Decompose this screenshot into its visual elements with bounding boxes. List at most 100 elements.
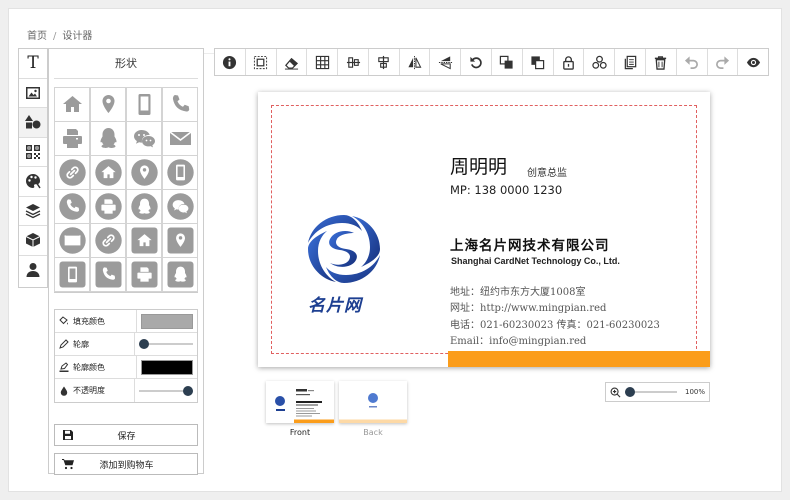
shape-map-marker-square[interactable] [162, 223, 198, 258]
logo-text[interactable]: 名片网 [308, 291, 362, 316]
undo-icon [685, 55, 699, 69]
shape-link-circle[interactable] [54, 155, 90, 190]
business-card-canvas[interactable]: 名片网 周明明 创意总监 MP: 138 0000 1230 上海名片网技术有限… [258, 92, 710, 367]
shape-map-marker-circle[interactable] [126, 155, 162, 190]
shape-mobile-square[interactable] [54, 257, 90, 292]
home-circle-icon [94, 159, 122, 186]
card-name[interactable]: 周明明 [450, 152, 507, 179]
shape-fax-circle[interactable] [90, 189, 126, 224]
undo-rotate-button[interactable] [461, 49, 493, 75]
left-tabs: T [18, 48, 48, 288]
user-icon [26, 263, 40, 278]
outline-color-row: 轮廓颜色 [55, 356, 197, 379]
zoom-slider-knob[interactable] [625, 387, 635, 397]
card-title[interactable]: 创意总监 [527, 164, 567, 179]
company-name-en[interactable]: Shanghai CardNet Technology Co., Ltd. [451, 256, 620, 266]
shape-home[interactable] [54, 87, 90, 122]
shape-home-circle[interactable] [90, 155, 126, 190]
layers-tab[interactable] [19, 197, 47, 226]
info-button[interactable] [215, 49, 246, 75]
shape-phone-square[interactable] [90, 257, 126, 292]
text-icon: T [27, 52, 39, 73]
fill-color-swatch[interactable] [141, 313, 193, 329]
redo-button[interactable] [708, 49, 739, 75]
shape-map-marker[interactable] [90, 87, 126, 122]
company-name-cn[interactable]: 上海名片网技术有限公司 [450, 234, 610, 254]
shape-mobile-circle[interactable] [162, 155, 198, 190]
flip-vertical-button[interactable] [430, 49, 462, 75]
cart-icon [62, 459, 74, 470]
shapes-icon [25, 115, 41, 129]
back-thumbnail-label[interactable]: Back [339, 428, 407, 437]
user-tab[interactable] [19, 256, 47, 286]
fax-circle-icon [94, 193, 122, 220]
shape-link-circle[interactable] [90, 223, 126, 258]
shape-phone[interactable] [162, 87, 198, 122]
fill-color-row: 填充颜色 [55, 310, 197, 333]
fill-color-label: 填充颜色 [73, 316, 105, 326]
shape-fax[interactable] [54, 121, 90, 156]
card-email[interactable]: Email：info@mingpian.red [450, 332, 586, 347]
preview-button[interactable] [738, 49, 768, 75]
lock-button[interactable] [554, 49, 585, 75]
card-mobile[interactable]: MP: 138 0000 1230 [450, 183, 562, 197]
select-button[interactable] [246, 49, 277, 75]
template-tab[interactable] [19, 226, 47, 256]
trash-button[interactable] [646, 49, 677, 75]
shape-wechat-circle[interactable] [162, 189, 198, 224]
flip-horizontal-button[interactable] [400, 49, 431, 75]
breadcrumb-home[interactable]: 首页 [27, 31, 47, 42]
map-marker-circle-icon [130, 159, 158, 186]
outline-color-swatch[interactable] [141, 359, 193, 375]
shape-qq-square[interactable] [162, 257, 198, 292]
align-vertical-button[interactable] [338, 49, 369, 75]
front-thumbnail-label[interactable]: Front [266, 428, 334, 437]
shape-envelope[interactable] [162, 121, 198, 156]
outline-slider[interactable] [139, 339, 193, 349]
shape-mobile[interactable] [126, 87, 162, 122]
flip-horizontal-icon [408, 55, 422, 69]
shape-envelope-circle[interactable] [54, 223, 90, 258]
opacity-slider-knob[interactable] [183, 385, 193, 396]
card-phone-fax[interactable]: 电话：021-60230023 传真：021-60230023 [450, 316, 660, 331]
save-button-label: 保存 [117, 431, 136, 442]
save-button[interactable]: 保存 [54, 424, 198, 446]
bring-front-button[interactable] [492, 49, 523, 75]
align-horizontal-button[interactable] [369, 49, 400, 75]
outline-label: 轮廓 [73, 339, 89, 349]
shape-home-square[interactable] [126, 223, 162, 258]
zoom-slider[interactable] [625, 387, 677, 397]
grid-button[interactable] [307, 49, 339, 75]
shape-qq-circle[interactable] [126, 189, 162, 224]
add-to-cart-button[interactable]: 添加到购物车 [54, 453, 198, 475]
copy-button[interactable] [615, 49, 646, 75]
text-tab[interactable]: T [19, 49, 47, 79]
link-circle-icon [58, 159, 86, 186]
zoom-in-icon[interactable] [610, 387, 621, 398]
lock-icon [563, 55, 574, 70]
qrcode-tab[interactable] [19, 138, 47, 167]
shape-phone-circle[interactable] [54, 189, 90, 224]
eraser-button[interactable] [277, 49, 308, 75]
shape-qq[interactable] [90, 121, 126, 156]
group-button[interactable] [584, 49, 616, 75]
back-thumbnail[interactable] [339, 381, 407, 423]
outline-slider-knob[interactable] [139, 339, 149, 349]
pen-color-icon [59, 362, 69, 372]
back-thumbnail-preview [339, 393, 407, 423]
opacity-slider[interactable] [139, 385, 193, 396]
shape-fax-square[interactable] [126, 257, 162, 292]
qq-square-icon [167, 261, 193, 288]
shapes-tab[interactable] [19, 108, 47, 138]
front-thumbnail[interactable] [266, 381, 334, 423]
undo-button[interactable] [677, 49, 708, 75]
send-back-button[interactable] [523, 49, 554, 75]
accent-bar[interactable] [448, 351, 710, 367]
card-address[interactable]: 地址：纽约市东方大厦1008室 [450, 283, 585, 298]
background-tab[interactable] [19, 167, 47, 197]
shape-wechat[interactable] [126, 121, 162, 156]
card-website[interactable]: 网址：http://www.mingpian.red [450, 299, 606, 314]
company-logo[interactable] [302, 209, 386, 289]
image-tab[interactable] [19, 79, 47, 108]
paint-bucket-icon [59, 316, 68, 325]
